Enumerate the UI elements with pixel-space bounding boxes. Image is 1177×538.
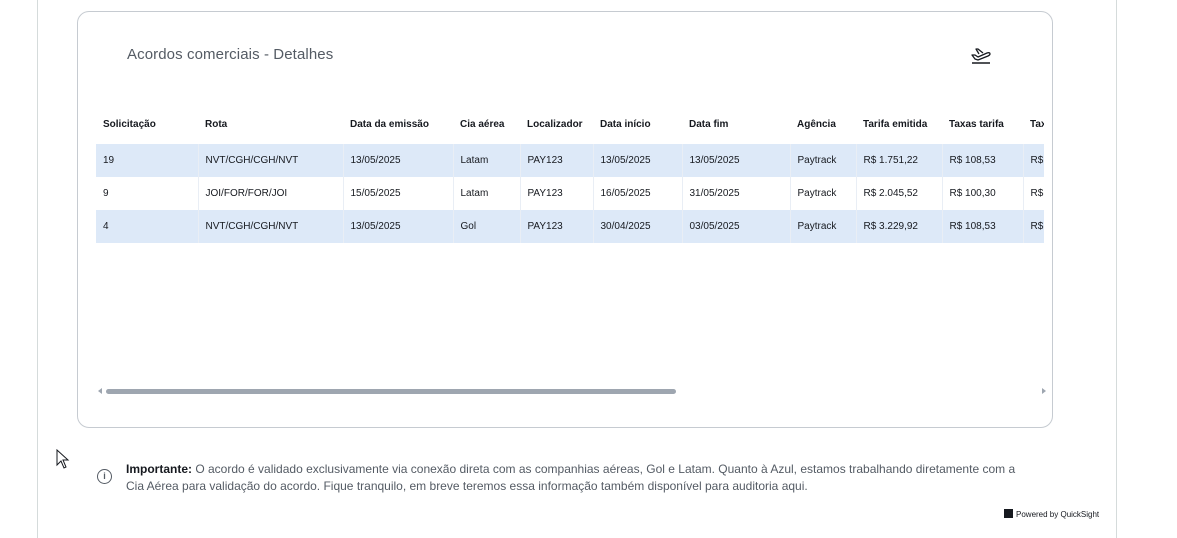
column-header[interactable]: Tarifa emitida — [856, 104, 942, 144]
column-header[interactable]: Rota — [198, 104, 343, 144]
table-cell: Paytrack — [790, 210, 857, 243]
column-header[interactable]: Taxas tarifa — [942, 104, 1023, 144]
table-cell: Gol — [453, 210, 521, 243]
column-header[interactable]: Agência — [790, 104, 856, 144]
table-cell: Paytrack — [790, 144, 857, 177]
table-cell: 16/05/2025 — [593, 177, 683, 210]
scrollbar-thumb[interactable] — [106, 389, 676, 394]
column-header[interactable]: Cia aérea — [453, 104, 520, 144]
table-cell: 4 — [96, 210, 199, 243]
table-cell: 30/04/2025 — [593, 210, 683, 243]
table-cell: 13/05/2025 — [682, 144, 791, 177]
table-cell: PAY123 — [520, 144, 594, 177]
notice-body: O acordo é validado exclusivamente via c… — [126, 462, 1016, 493]
notice-text: Importante: O acordo é validado exclusiv… — [126, 461, 1036, 495]
column-header[interactable]: Data fim — [682, 104, 790, 144]
table-cell: Paytrack — [790, 177, 857, 210]
table-row[interactable]: 19 NVT/CGH/CGH/NVT 13/05/2025 Latam PAY123 13… — [96, 144, 1044, 177]
table-cell: R$ 108,53 — [942, 210, 1024, 243]
table-cell: JOI/FOR/FOR/JOI — [198, 177, 344, 210]
table-cell: R$ ( — [1023, 210, 1044, 243]
column-header[interactable]: Localizador — [520, 104, 593, 144]
table-cell: NVT/CGH/CGH/NVT — [198, 144, 344, 177]
info-icon: i — [97, 469, 112, 484]
table-cell: R$ 1.751,22 — [856, 144, 943, 177]
card-title: Acordos comerciais - Detalhes — [127, 46, 334, 63]
table-cell: 15/05/2025 — [343, 177, 454, 210]
table-cell: R$ 100,30 — [942, 177, 1024, 210]
column-header[interactable]: Data início — [593, 104, 682, 144]
horizontal-scrollbar[interactable] — [96, 386, 1046, 396]
airplane-takeoff-icon[interactable] — [970, 44, 992, 64]
agreements-table: Solicitação Rota Data da emissão Cia aérea L… — [96, 104, 1044, 254]
table-cell: 9 — [96, 177, 199, 210]
column-header[interactable]: Tax — [1023, 104, 1044, 144]
table-cell: 13/05/2025 — [343, 210, 454, 243]
table-cell: R$ ( — [1023, 144, 1044, 177]
column-header[interactable]: Solicitação — [96, 104, 198, 144]
table-cell: Latam — [453, 144, 521, 177]
details-card: Acordos comerciais - Detalhes Solicitaçã… — [77, 11, 1053, 428]
table-cell: R$ 108,53 — [942, 144, 1024, 177]
table-cell: R$ 3.229,92 — [856, 210, 943, 243]
table-cell: 31/05/2025 — [682, 177, 791, 210]
table-cell: NVT/CGH/CGH/NVT — [198, 210, 344, 243]
table-cell: R$ 2.045,52 — [856, 177, 943, 210]
mouse-cursor-icon — [56, 449, 70, 469]
table-cell: 13/05/2025 — [343, 144, 454, 177]
column-header[interactable]: Data da emissão — [343, 104, 453, 144]
table-cell: PAY123 — [520, 210, 594, 243]
table-cell: 19 — [96, 144, 199, 177]
scroll-right-arrow-icon[interactable] — [1042, 388, 1046, 394]
table-row[interactable]: 9 JOI/FOR/FOR/JOI 15/05/2025 Latam PAY123 16/… — [96, 177, 1044, 210]
table-header-row: Solicitação Rota Data da emissão Cia aérea L… — [96, 104, 1044, 144]
scroll-left-arrow-icon[interactable] — [98, 388, 102, 394]
table-cell: R$ ( — [1023, 177, 1044, 210]
quicksight-logo-icon — [1004, 509, 1013, 518]
table-row[interactable]: 4 NVT/CGH/CGH/NVT 13/05/2025 Gol PAY123 30/04… — [96, 210, 1044, 243]
table-cell: 03/05/2025 — [682, 210, 791, 243]
table-cell: Latam — [453, 177, 521, 210]
powered-by-quicksight[interactable]: Powered by QuickSight — [1004, 509, 1099, 519]
table-cell: 13/05/2025 — [593, 144, 683, 177]
table-cell: PAY123 — [520, 177, 594, 210]
powered-by-text: Powered by QuickSight — [1016, 510, 1100, 519]
notice-label: Importante: — [126, 462, 192, 476]
